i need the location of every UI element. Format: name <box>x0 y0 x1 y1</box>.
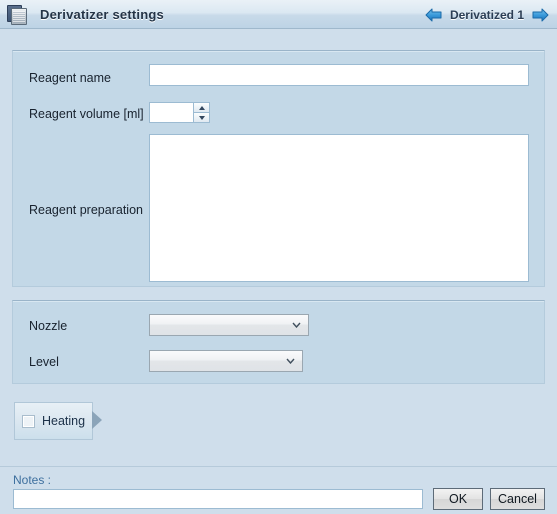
footer-separator <box>0 466 557 467</box>
spinner-up-button[interactable] <box>193 102 210 112</box>
level-dropdown[interactable] <box>149 350 303 372</box>
reagent-volume-stepper[interactable] <box>149 102 210 123</box>
chevron-down-icon <box>292 322 301 328</box>
heating-label: Heating <box>42 414 86 428</box>
reagent-volume-spinner-buttons[interactable] <box>193 102 210 123</box>
reagent-preparation-textarea[interactable] <box>149 134 529 282</box>
notes-label: Notes : <box>13 473 52 487</box>
triangle-right-icon[interactable] <box>92 411 102 429</box>
nozzle-label: Nozzle <box>29 319 68 333</box>
spinner-down-button[interactable] <box>193 112 210 123</box>
notes-input[interactable] <box>13 489 423 509</box>
cancel-button[interactable]: Cancel <box>490 488 545 510</box>
header-navigation: Derivatized 1 <box>425 0 549 29</box>
nozzle-panel: Nozzle Level <box>12 300 545 384</box>
reagent-name-input[interactable] <box>149 64 529 86</box>
level-label: Level <box>29 355 59 369</box>
triangle-down-icon <box>198 115 205 120</box>
reagent-preparation-label: Reagent preparation <box>29 203 143 217</box>
arrow-right-icon[interactable] <box>531 7 549 23</box>
current-derivatized-label: Derivatized 1 <box>449 7 524 22</box>
arrow-left-icon[interactable] <box>425 7 443 23</box>
reagent-volume-label: Reagent volume [ml] <box>29 107 144 121</box>
nozzle-dropdown[interactable] <box>149 314 309 336</box>
reagent-panel: Reagent name Reagent volume [ml] Reagent… <box>12 50 545 287</box>
derivatizer-icon <box>4 2 30 26</box>
title-bar: Derivatizer settings Derivatized 1 <box>0 0 557 29</box>
triangle-up-icon <box>198 105 205 110</box>
reagent-volume-input[interactable] <box>149 102 193 123</box>
heating-section-header[interactable]: Heating <box>14 402 93 440</box>
reagent-name-label: Reagent name <box>29 71 112 85</box>
window-title: Derivatizer settings <box>40 6 164 22</box>
heating-checkbox[interactable] <box>22 414 35 428</box>
chevron-down-icon <box>286 358 295 364</box>
ok-button[interactable]: OK <box>433 488 483 510</box>
